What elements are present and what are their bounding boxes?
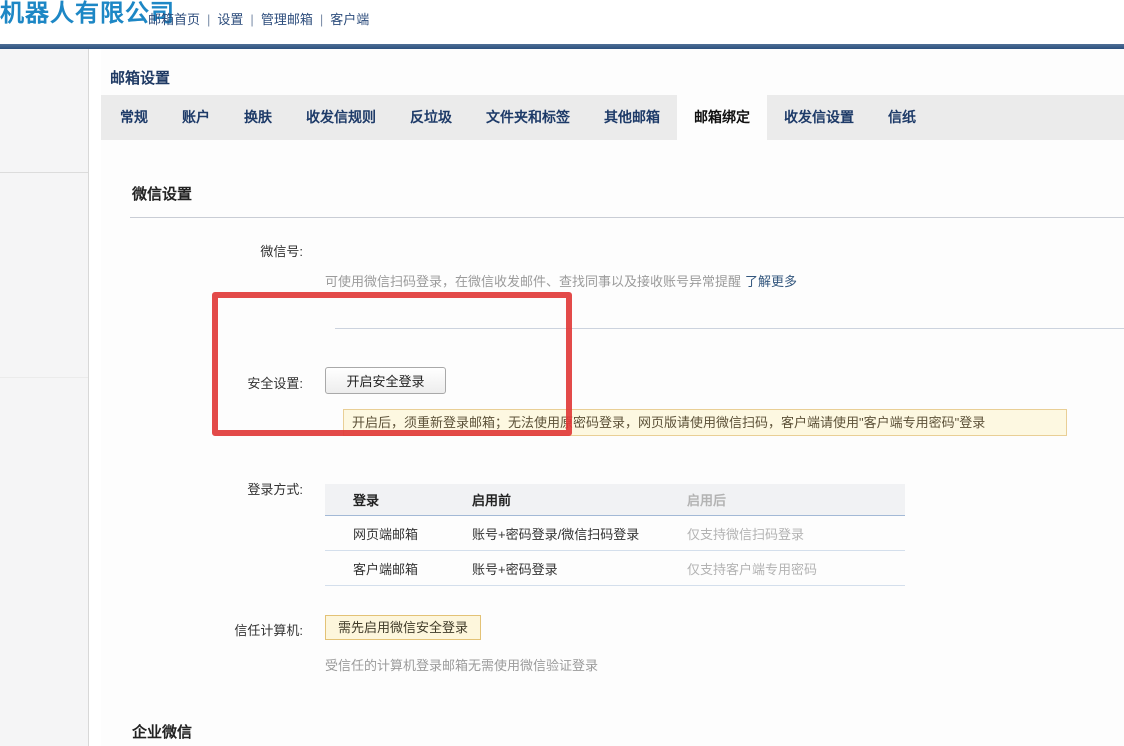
table-cell: 账号+密码登录/微信扫码登录 [472,524,687,543]
wechat-id-description-text: 可使用微信扫码登录，在微信收发邮件、查找同事以及接收账号异常提醒 [325,274,741,289]
nav-separator: | [207,12,210,27]
table-cell: 仅支持客户端专用密码 [687,559,905,578]
nav-link-manage-mailbox[interactable]: 管理邮箱 [261,12,313,27]
sidebar-divider [0,377,88,378]
wechat-section-title: 微信设置 [132,183,192,204]
table-row: 客户端邮箱 账号+密码登录 仅支持客户端专用密码 [325,551,905,586]
trusted-computer-notice: 需先启用微信安全登录 [325,615,481,640]
field-divider [335,328,1124,329]
secure-login-warning: 开启后，须重新登录邮箱；无法使用原密码登录，网页版请使用微信扫码，客户端请使用"… [343,409,1067,436]
table-cell: 客户端邮箱 [325,559,472,578]
left-sidebar [0,49,89,746]
table-cell: 账号+密码登录 [472,559,687,578]
nav-separator: | [320,12,323,27]
tab-stationery[interactable]: 信纸 [871,95,933,140]
top-header: 机器人有限公司 邮箱首页|设置|管理邮箱|客户端 [0,0,1124,44]
top-nav: 邮箱首页 | 设置 | 管理邮箱 | 客户端 [148,9,369,28]
login-methods-table: 登录 启用前 启用后 网页端邮箱 账号+密码登录/微信扫码登录 仅支持微信扫码登… [325,484,905,586]
table-row: 网页端邮箱 账号+密码登录/微信扫码登录 仅支持微信扫码登录 [325,516,905,551]
sidebar-divider [0,172,88,173]
page-title: 邮箱设置 [110,67,170,88]
learn-more-link[interactable]: 了解更多 [745,274,797,289]
tab-send-receive[interactable]: 收发信设置 [767,95,871,140]
section-divider [130,217,1124,218]
login-table-header-cell: 登录 [325,490,472,509]
table-cell: 仅支持微信扫码登录 [687,524,905,543]
wechat-id-label: 微信号: [193,241,303,260]
trusted-computer-description: 受信任的计算机登录邮箱无需使用微信验证登录 [325,655,598,674]
wechat-id-description: 可使用微信扫码登录，在微信收发邮件、查找同事以及接收账号异常提醒了解更多 [325,271,797,290]
tab-skin[interactable]: 换肤 [227,95,289,140]
nav-link-client[interactable]: 客户端 [330,12,369,27]
security-settings-label: 安全设置: [193,373,303,392]
wecom-section-title: 企业微信 [132,721,192,742]
login-table-header-cell: 启用后 [687,490,905,509]
login-table-header: 登录 启用前 启用后 [325,484,905,516]
tab-folders-labels[interactable]: 文件夹和标签 [469,95,587,140]
settings-content: 邮箱设置 常规 账户 换肤 收发信规则 反垃圾 文件夹和标签 其他邮箱 邮箱绑定… [101,49,1124,746]
tab-mailbox-binding[interactable]: 邮箱绑定 [677,95,767,140]
tab-antispam[interactable]: 反垃圾 [393,95,469,140]
table-cell: 网页端邮箱 [325,524,472,543]
login-methods-label: 登录方式: [193,479,303,498]
trusted-computer-label: 信任计算机: [193,620,303,639]
tab-account[interactable]: 账户 [165,95,227,140]
settings-tabs: 常规 账户 换肤 收发信规则 反垃圾 文件夹和标签 其他邮箱 邮箱绑定 收发信设… [101,95,1124,140]
enable-secure-login-button[interactable]: 开启安全登录 [325,367,446,394]
tab-other-mailboxes[interactable]: 其他邮箱 [587,95,677,140]
nav-separator: | [250,12,253,27]
login-table-header-cell: 启用前 [472,490,687,509]
tab-mail-rules[interactable]: 收发信规则 [289,95,393,140]
nav-link-mail-home[interactable]: 邮箱首页 [148,12,200,27]
nav-link-settings[interactable]: 设置 [217,12,243,27]
tab-general[interactable]: 常规 [103,95,165,140]
